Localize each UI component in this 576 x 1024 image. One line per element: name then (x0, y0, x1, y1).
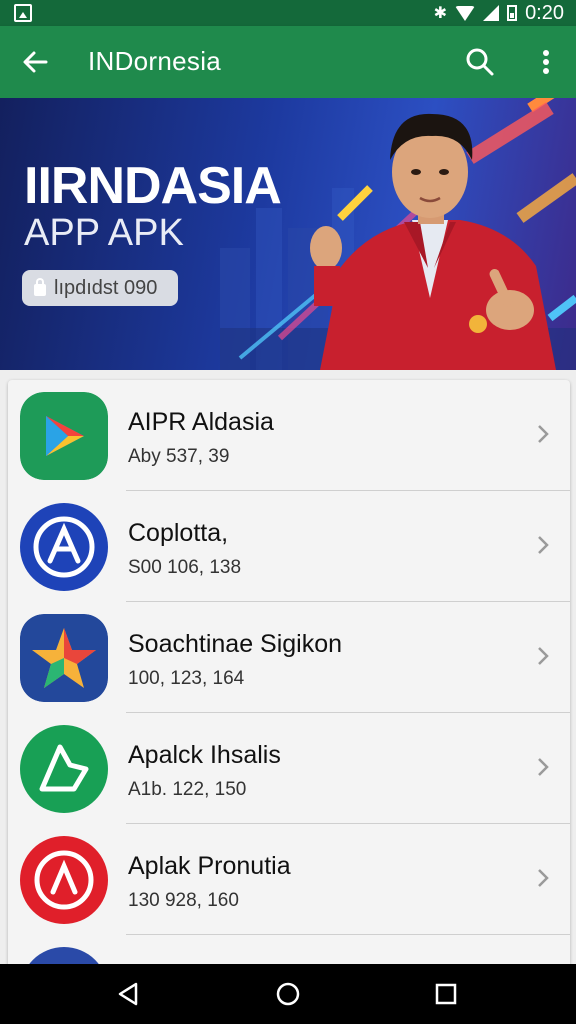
chevron-right-icon (538, 869, 549, 887)
recents-square-icon[interactable] (430, 978, 462, 1010)
list-item[interactable]: AIPR Aldasia Aby 537, 39 (8, 380, 570, 491)
clock: 0:20 (525, 1, 564, 24)
app-screen: ✱ 0:20 INDornesia IIRNDASIA APP APK lıpd… (0, 0, 576, 1024)
signal-icon (483, 5, 500, 21)
system-nav-bar (0, 964, 576, 1024)
app-store-a-icon (20, 503, 108, 591)
status-bar: ✱ 0:20 (0, 0, 576, 26)
person-illustration (310, 113, 556, 370)
bluetooth-icon: ✱ (433, 5, 448, 22)
chevron-right-icon (538, 758, 549, 776)
app-list: AIPR Aldasia Aby 537, 39 Coplotta, S00 1… (8, 380, 570, 980)
chevron-right-icon (538, 536, 549, 554)
app-name: Aplak Pronutia (128, 852, 291, 880)
home-circle-icon[interactable] (272, 978, 304, 1010)
wifi-icon (455, 5, 476, 21)
image-icon (14, 4, 32, 22)
list-item[interactable]: Aplak Pronutia 130 928, 160 (8, 824, 570, 935)
list-item[interactable]: Apalck Ihsalis A1b. 122, 150 (8, 713, 570, 824)
star-icon (20, 614, 108, 702)
more-vert-icon[interactable] (530, 42, 562, 82)
banner-subtitle: APP APK (24, 212, 184, 254)
back-arrow-icon[interactable] (16, 42, 56, 82)
app-meta: S00 106, 138 (128, 557, 242, 578)
app-bar: INDornesia (0, 26, 576, 98)
battery-icon (507, 5, 518, 21)
banner-pill-label: lıpdıdst 090 (54, 276, 158, 299)
promo-banner[interactable]: IIRNDASIA APP APK lıpdıdst 090 (0, 98, 576, 370)
status-icons: ✱ 0:20 (434, 0, 564, 26)
chevron-right-icon (538, 647, 549, 665)
app-name: Soachtinae Sigikon (128, 630, 343, 658)
app-meta: A1b. 122, 150 (128, 779, 247, 800)
page-title: INDornesia (88, 46, 222, 76)
banner-title: IIRNDASIA (24, 157, 282, 215)
list-item[interactable]: Coplotta, S00 106, 138 (8, 491, 570, 602)
app-meta: Aby 537, 39 (128, 446, 230, 467)
search-icon[interactable] (460, 42, 500, 82)
app-meta: 100, 123, 164 (128, 668, 245, 689)
list-item[interactable]: Soachtinae Sigikon 100, 123, 164 (8, 602, 570, 713)
leaf-shape-icon (20, 725, 108, 813)
chevron-right-icon (538, 425, 549, 443)
app-meta: 130 928, 160 (128, 890, 239, 911)
back-triangle-icon[interactable] (112, 978, 144, 1010)
app-name: AIPR Aldasia (128, 408, 274, 436)
app-name: Coplotta, (128, 519, 229, 547)
banner-download-button[interactable]: lıpdıdst 090 (22, 270, 178, 306)
google-play-icon (20, 392, 108, 480)
a-circle-icon (20, 836, 108, 924)
lock-icon (34, 278, 46, 296)
app-name: Apalck Ihsalis (128, 741, 281, 769)
